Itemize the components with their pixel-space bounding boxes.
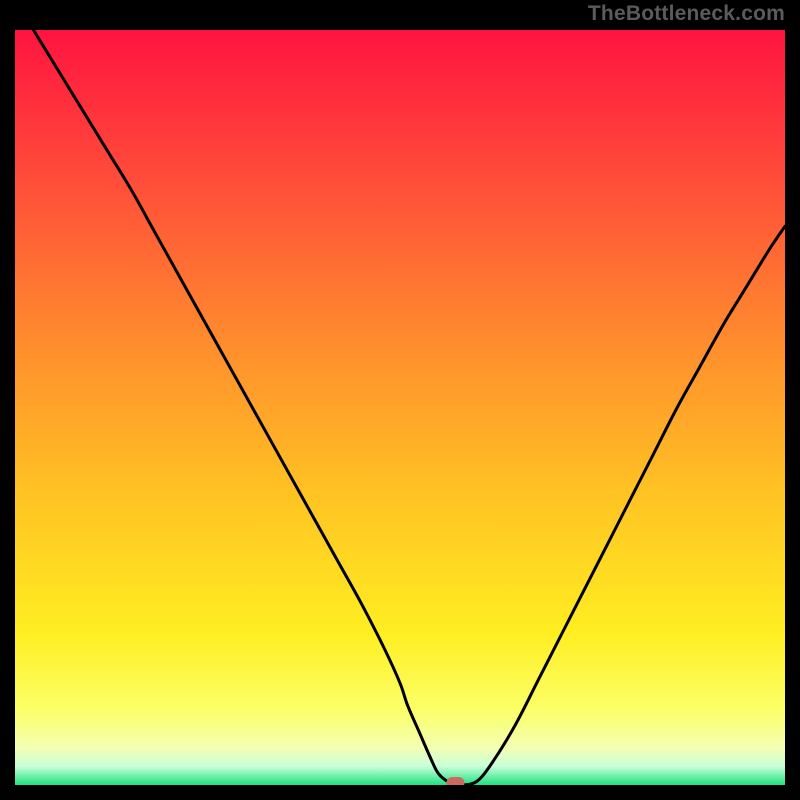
bottleneck-curve-chart bbox=[15, 30, 785, 785]
chart-frame: TheBottleneck.com bbox=[0, 0, 800, 800]
gradient-background bbox=[15, 30, 785, 785]
watermark-text: TheBottleneck.com bbox=[588, 2, 785, 26]
optimum-marker bbox=[446, 777, 464, 785]
